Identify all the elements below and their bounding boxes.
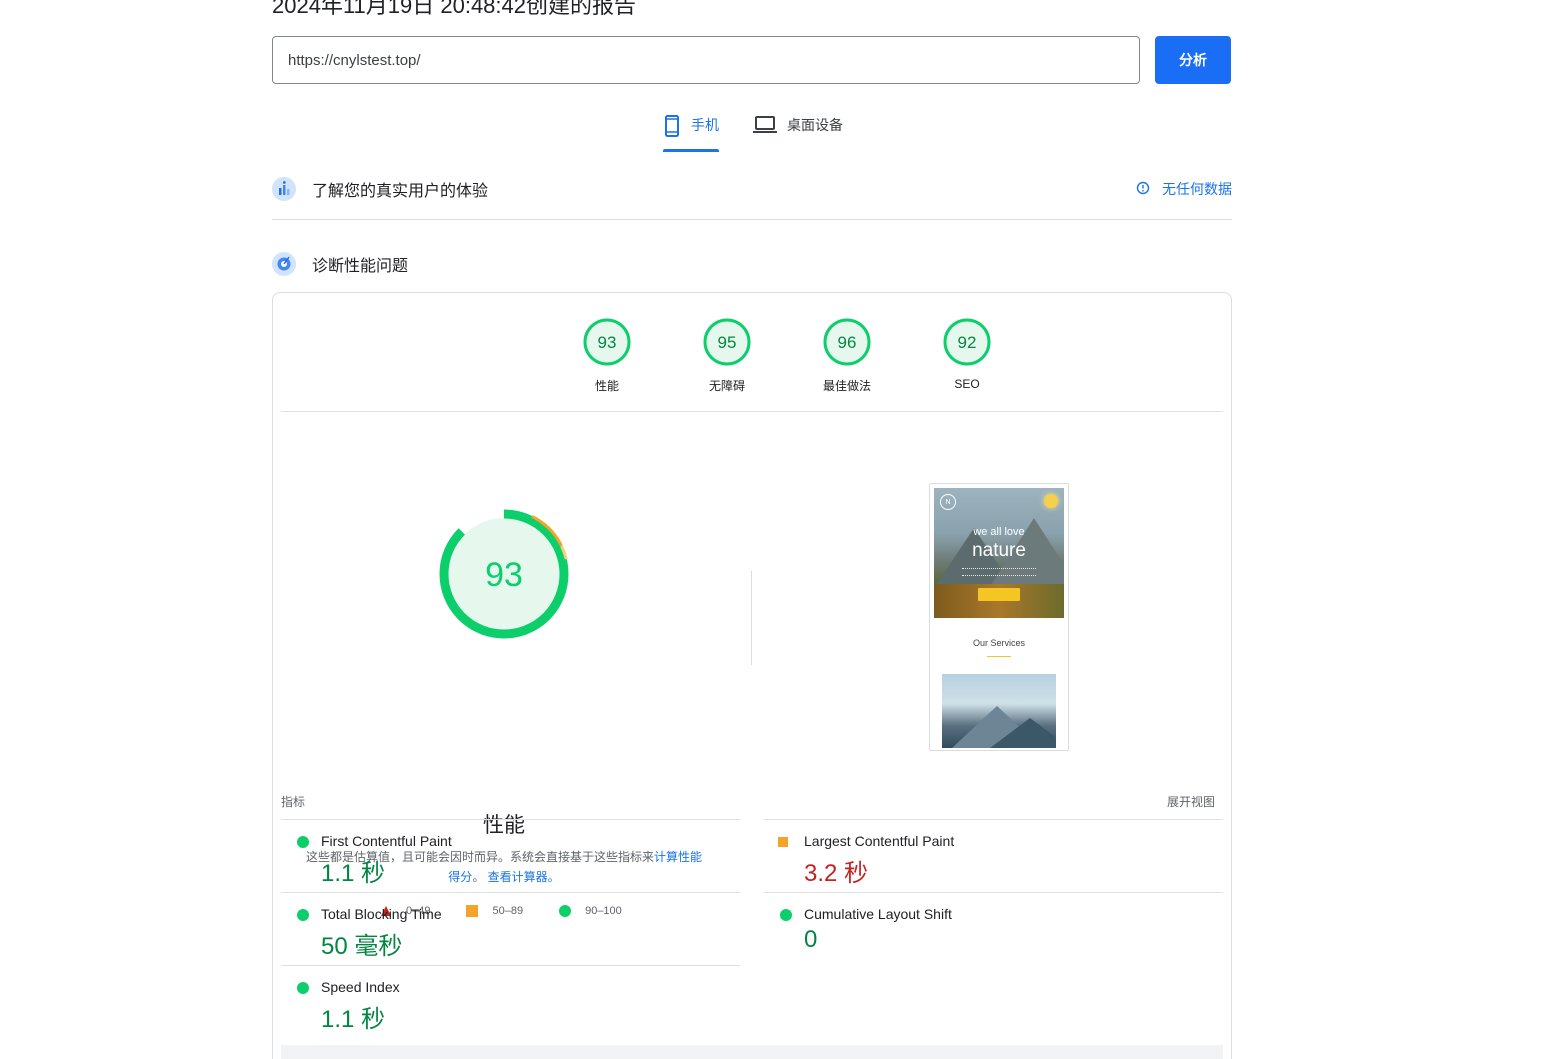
metric-fcp: First Contentful Paint 1.1 秒 bbox=[281, 819, 740, 892]
expand-view-button[interactable]: 展开视图 bbox=[1167, 793, 1215, 810]
metric-value: 3.2 秒 bbox=[804, 860, 869, 887]
mobile-icon bbox=[663, 115, 681, 140]
circle-icon bbox=[297, 909, 309, 921]
gauge-label: SEO bbox=[954, 377, 980, 391]
sun-icon bbox=[1044, 494, 1058, 508]
device-tabs: 手机 桌面设备 bbox=[663, 112, 843, 152]
crux-section-header: 了解您的真实用户的体验 无任何数据 bbox=[272, 176, 1232, 202]
lighthouse-icon bbox=[272, 252, 296, 276]
metric-name: Total Blocking Time bbox=[321, 906, 442, 922]
metric-name: First Contentful Paint bbox=[321, 833, 452, 849]
gauge-ring: 96 bbox=[823, 318, 871, 366]
gauge-score: 95 bbox=[718, 333, 737, 352]
metric-name: Speed Index bbox=[321, 979, 400, 995]
hero-cta bbox=[978, 588, 1020, 601]
no-data-link[interactable]: 无任何数据 bbox=[1136, 179, 1232, 199]
vertical-divider bbox=[751, 571, 752, 665]
services-title: Our Services bbox=[972, 638, 1025, 648]
metrics-header: 指标 展开视图 bbox=[281, 793, 1223, 811]
metric-lcp: Largest Contentful Paint 3.2 秒 bbox=[764, 819, 1223, 892]
crux-title: 了解您的真实用户的体验 bbox=[312, 183, 489, 200]
metric-si: Speed Index 1.1 秒 bbox=[281, 965, 740, 1038]
gauge-score: 93 bbox=[598, 333, 617, 352]
gauge-ring: 92 bbox=[943, 318, 991, 366]
gauges-divider bbox=[281, 411, 1223, 412]
gauge-seo[interactable]: 92 SEO bbox=[907, 317, 1027, 394]
info-icon bbox=[1136, 181, 1150, 198]
square-icon bbox=[778, 837, 788, 847]
tab-desktop[interactable]: 桌面设备 bbox=[753, 112, 843, 152]
tab-mobile[interactable]: 手机 bbox=[663, 112, 719, 152]
metric-value: 1.1 秒 bbox=[321, 860, 386, 887]
gauge-score: 92 bbox=[958, 333, 977, 352]
bottom-bar bbox=[281, 1045, 1223, 1059]
diagnose-section-header: 诊断性能问题 bbox=[272, 251, 1232, 277]
laptop-icon bbox=[753, 115, 777, 138]
gauge-label: 性能 bbox=[594, 379, 619, 393]
section-divider bbox=[272, 219, 1232, 220]
category-gauges: 93 性能 95 无障碍 96 最佳做法 92 SEO bbox=[547, 317, 1027, 394]
users-chart-icon bbox=[272, 177, 296, 201]
no-data-label: 无任何数据 bbox=[1162, 181, 1232, 197]
gauge-performance[interactable]: 93 性能 bbox=[547, 317, 667, 394]
circle-icon bbox=[297, 836, 309, 848]
tab-mobile-label: 手机 bbox=[691, 117, 719, 133]
screenshot-hero: N we all love nature bbox=[934, 488, 1064, 618]
metric-value: 50 毫秒 bbox=[321, 933, 403, 960]
circle-icon bbox=[297, 982, 309, 994]
tab-desktop-label: 桌面设备 bbox=[787, 117, 843, 133]
metric-cls: Cumulative Layout Shift 0 bbox=[764, 892, 1223, 965]
gauge-label: 无障碍 bbox=[708, 379, 745, 393]
gauge-label: 最佳做法 bbox=[822, 379, 871, 393]
metric-value: 1.1 秒 bbox=[321, 1006, 386, 1033]
hero-line1: we all love bbox=[973, 526, 1025, 538]
gauge-best-practices[interactable]: 96 最佳做法 bbox=[787, 317, 907, 394]
gauge-score: 96 bbox=[838, 333, 857, 352]
metric-name: Cumulative Layout Shift bbox=[804, 906, 952, 922]
analyze-button[interactable]: 分析 bbox=[1155, 36, 1231, 84]
url-input[interactable] bbox=[272, 36, 1140, 84]
gauge-accessibility[interactable]: 95 无障碍 bbox=[667, 317, 787, 394]
metric-tbt: Total Blocking Time 50 毫秒 bbox=[281, 892, 740, 965]
metrics-label: 指标 bbox=[281, 795, 306, 809]
metric-value: 0 bbox=[804, 926, 818, 953]
site-logo-icon: N bbox=[940, 494, 956, 510]
services-image bbox=[942, 674, 1056, 748]
circle-icon bbox=[780, 909, 792, 921]
report-card: 93 性能 95 无障碍 96 最佳做法 92 SEO 93 性能 这些都是估算… bbox=[272, 292, 1232, 1059]
performance-score: 93 bbox=[485, 556, 523, 594]
metric-name: Largest Contentful Paint bbox=[804, 833, 955, 849]
report-title: 2024年11月19日 20:48:42创建的报告 bbox=[272, 0, 636, 18]
page-screenshot: N we all love nature Our Services bbox=[929, 483, 1069, 751]
gauge-ring: 93 bbox=[583, 318, 631, 366]
gauge-ring: 95 bbox=[703, 318, 751, 366]
diagnose-title: 诊断性能问题 bbox=[312, 258, 409, 275]
hero-line2: nature bbox=[972, 540, 1026, 561]
performance-big-gauge: 93 bbox=[438, 508, 570, 640]
